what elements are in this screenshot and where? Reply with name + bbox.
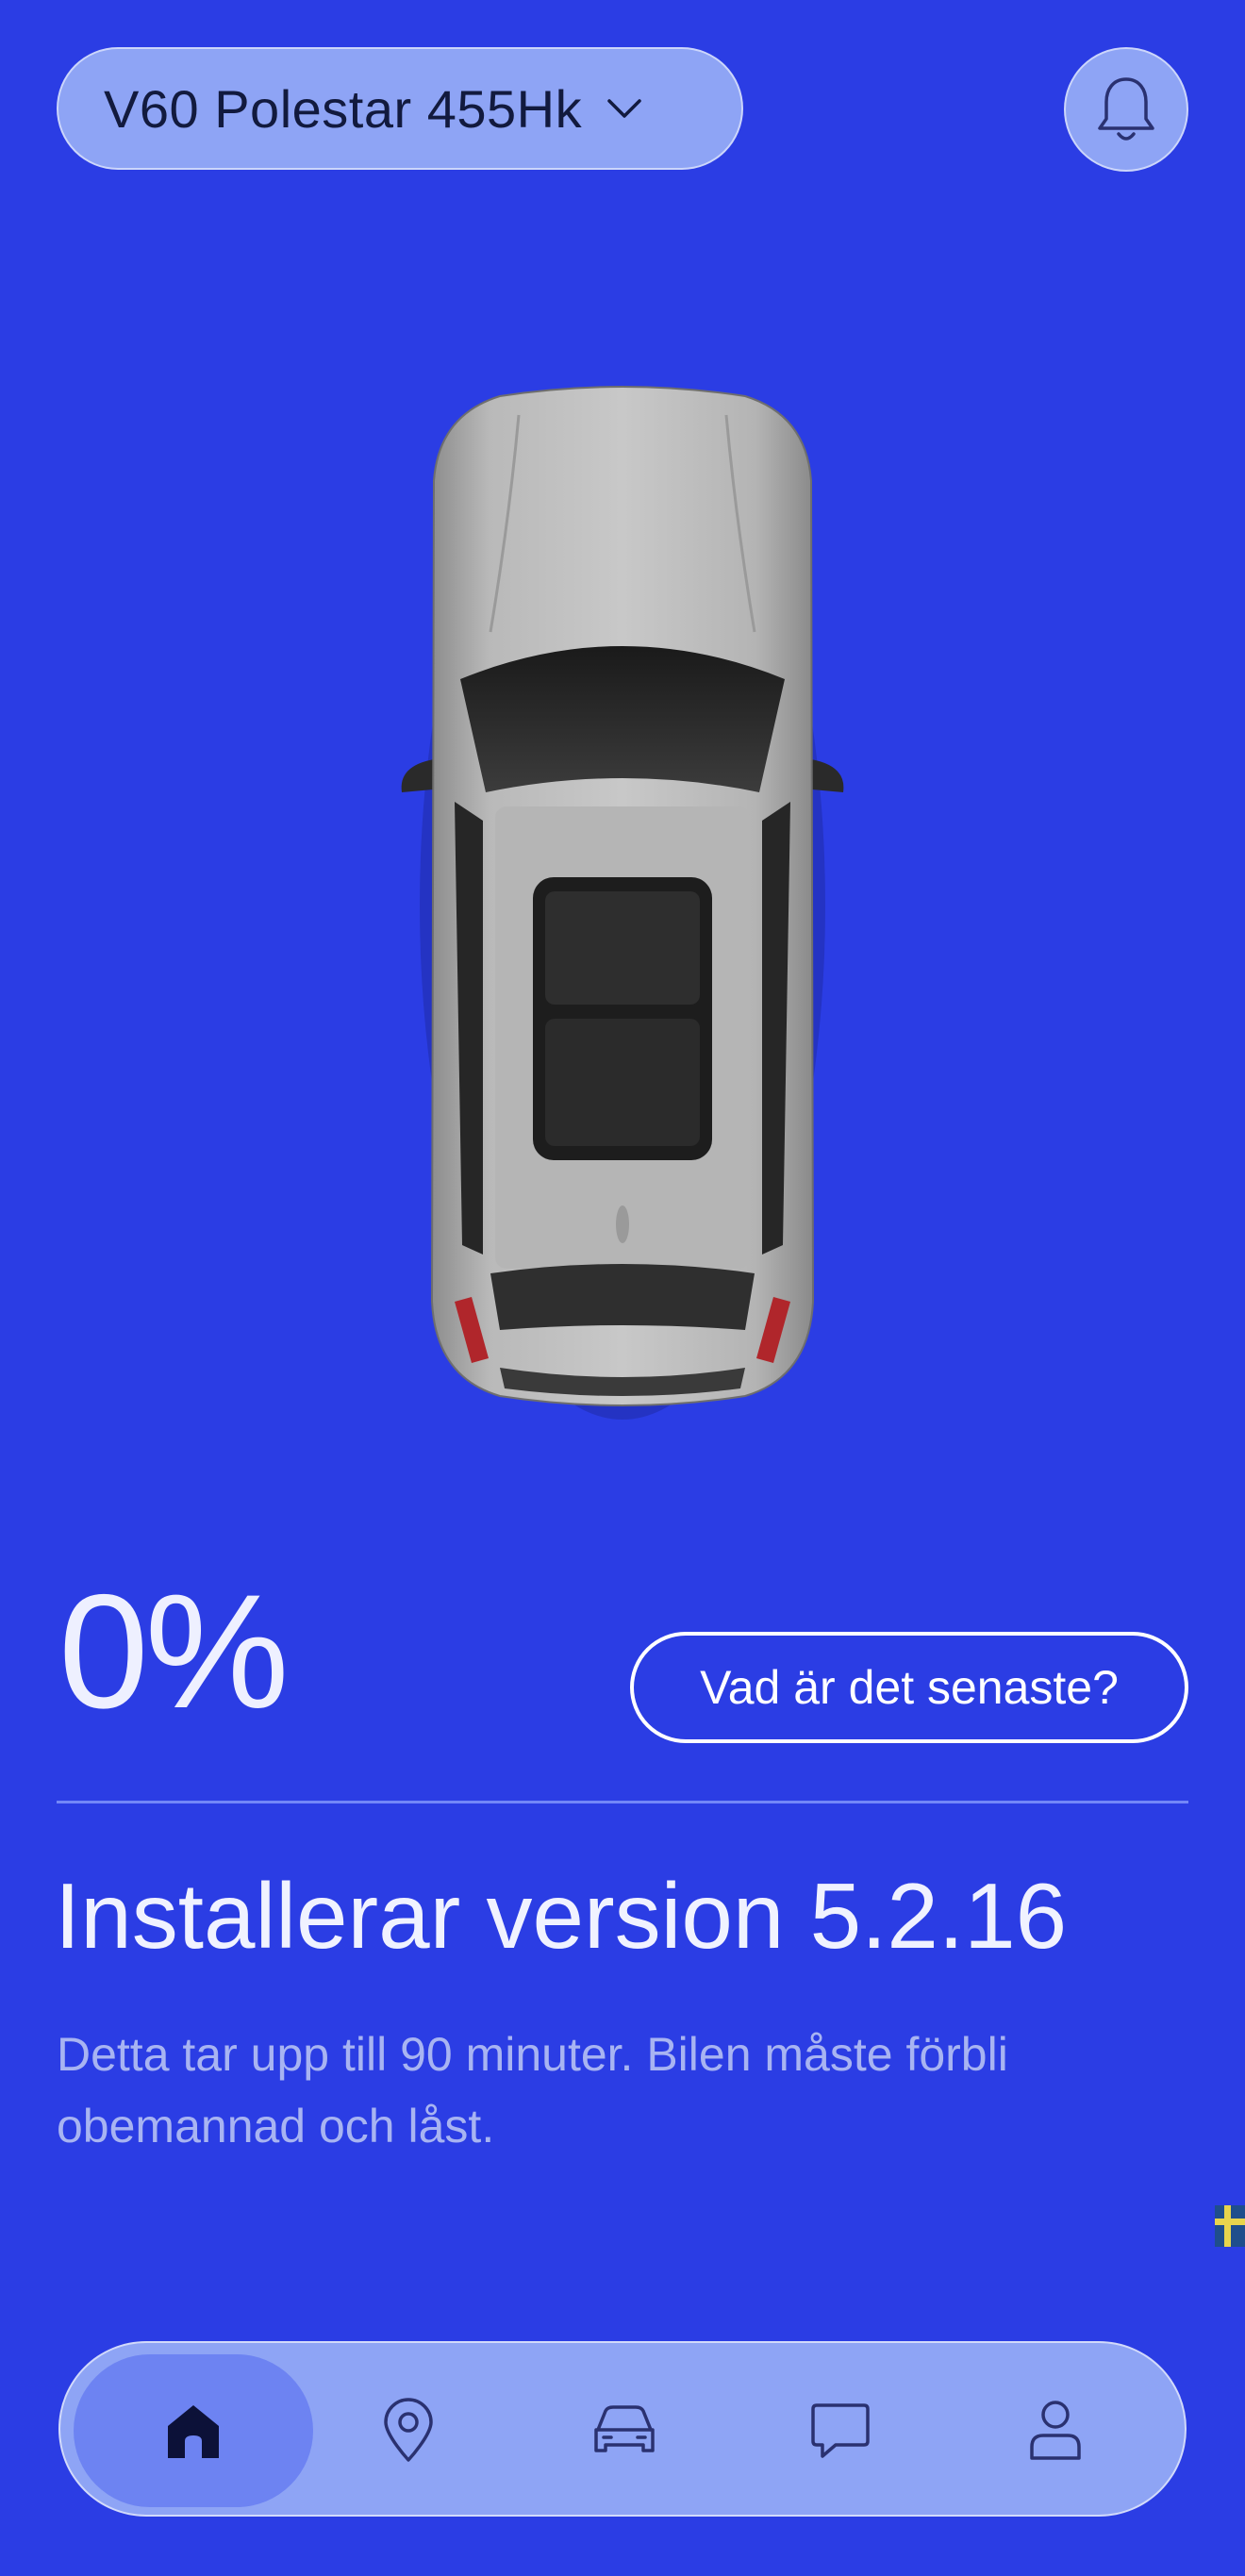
car-top-view-image [401, 386, 844, 1420]
notifications-button[interactable] [1064, 47, 1188, 172]
vehicle-selector-button[interactable]: V60 Polestar 455Hk [57, 47, 743, 170]
flag-icon [1215, 2205, 1245, 2247]
nav-home[interactable] [123, 2343, 264, 2518]
update-screen: V60 Polestar 455Hk 0% Vad är det senaste… [0, 0, 1245, 2576]
bell-icon [1098, 77, 1154, 141]
nav-car[interactable] [554, 2343, 695, 2518]
vehicle-name: V60 Polestar 455Hk [104, 78, 583, 139]
car-icon [594, 2405, 655, 2452]
install-progress-percent: 0% [58, 1561, 290, 1742]
nav-map[interactable] [338, 2343, 479, 2518]
install-description: Detta tar upp till 90 minuter. Bilen mås… [57, 2028, 1008, 2152]
divider [57, 1801, 1188, 1803]
home-icon [168, 2405, 219, 2458]
whats-new-button[interactable]: Vad är det senaste? [630, 1632, 1188, 1743]
chat-icon [811, 2403, 870, 2458]
nav-messages[interactable] [770, 2343, 911, 2518]
nav-profile[interactable] [985, 2343, 1126, 2518]
install-title: Installerar version 5.2.16 [55, 1864, 1068, 1968]
location-pin-icon [384, 2398, 433, 2462]
profile-icon [1030, 2401, 1081, 2460]
chevron-down-icon [607, 99, 641, 118]
bottom-navigation [58, 2341, 1187, 2517]
